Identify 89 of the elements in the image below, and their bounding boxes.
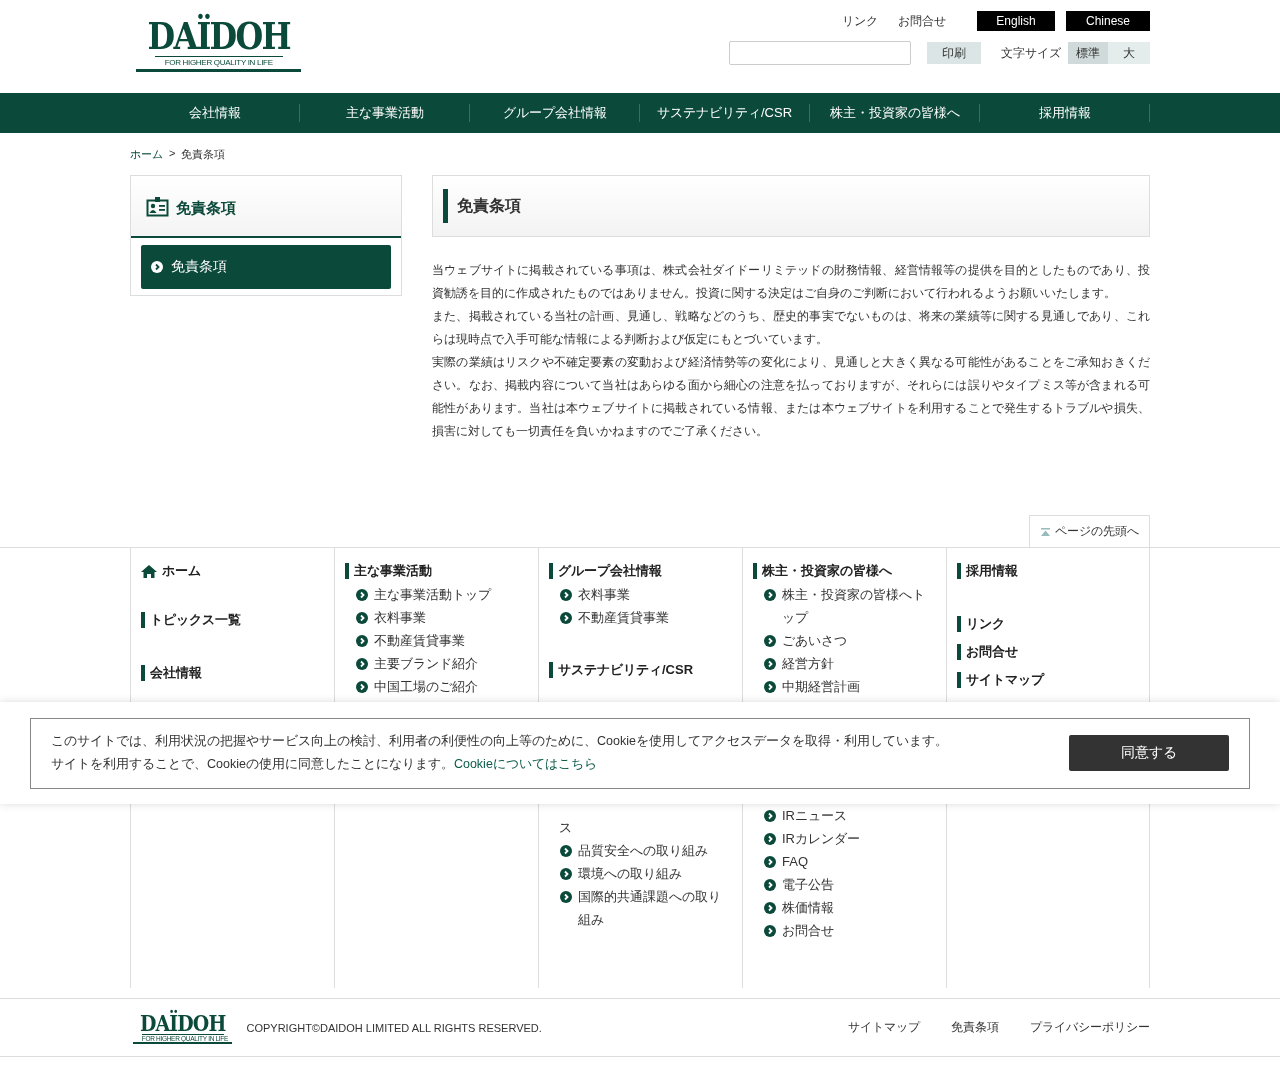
chevron-icon: [356, 589, 368, 601]
footer-heading-link[interactable]: トピックス一覧: [141, 612, 241, 628]
chevron-icon: [356, 612, 368, 624]
cookie-message: このサイトでは、利用状況の把握やサービス向上の検討、利用者の利便性の向上等のために、Cookieを使用してアクセスデータを取得・利用しています。: [51, 733, 948, 750]
chevron-icon: [560, 891, 572, 903]
nav-item[interactable]: 採用情報: [980, 104, 1150, 122]
chevron-icon: [764, 833, 776, 845]
footer-link[interactable]: IRニュース: [753, 804, 936, 827]
chevron-icon: [764, 856, 776, 868]
footer-heading-link[interactable]: 会社情報: [141, 665, 202, 681]
footer-link[interactable]: 経営方針: [753, 652, 936, 675]
id-card-icon: [146, 195, 169, 217]
footer-heading-link[interactable]: グループ会社情報: [549, 563, 662, 579]
nav-item[interactable]: グループ会社情報: [470, 104, 640, 122]
nav-item[interactable]: 株主・投資家の皆様へ: [810, 104, 980, 122]
header-link[interactable]: お問合せ: [898, 12, 946, 30]
footer-heading-link[interactable]: サステナビリティ/CSR: [549, 662, 694, 678]
copyright-text: COPYRIGHT©DAIDOH LIMITED ALL RIGHTS RESERVED.: [246, 1021, 543, 1034]
breadcrumb-separator: >: [169, 147, 176, 161]
chevron-icon: [764, 589, 776, 601]
cookie-message: サイトを利用することで、Cookieの使用に同意したことになります。Cookieについてはこちら: [51, 756, 598, 773]
font-size-button[interactable]: 標準: [1068, 42, 1108, 64]
footer-link[interactable]: 中期経営計画: [753, 675, 936, 698]
print-button[interactable]: 印刷: [927, 42, 981, 64]
home-icon: [141, 564, 157, 578]
chevron-icon: [764, 658, 776, 670]
breadcrumb-link[interactable]: ホーム: [130, 147, 163, 162]
chevron-icon: [356, 635, 368, 647]
agree-button[interactable]: 同意する: [1069, 735, 1229, 771]
font-size-label: 文字サイズ: [1001, 44, 1061, 62]
footer-link[interactable]: IRカレンダー: [753, 827, 936, 850]
footer-link[interactable]: 不動産賃貸事業: [345, 629, 528, 652]
chevron-icon: [356, 681, 368, 693]
footer-link[interactable]: ごあいさつ: [753, 629, 936, 652]
footer-link[interactable]: 免責条項: [951, 1019, 999, 1036]
breadcrumb-current: 免責条項: [181, 147, 226, 162]
footer-link[interactable]: 中国工場のご紹介: [345, 675, 528, 698]
cookie-policy-link[interactable]: Cookieについてはこちら: [453, 757, 597, 771]
page-title: 免責条項: [443, 189, 521, 223]
footer-link[interactable]: 主な事業活動トップ: [345, 583, 528, 606]
sidebar-item[interactable]: 免責条項: [141, 245, 391, 289]
language-button[interactable]: Chinese: [1066, 11, 1150, 31]
up-arrow-icon: [1040, 527, 1050, 536]
paragraph: また、掲載されている当社の計画、見通し、戦略などのうち、歴史的事実でないものは、将来の業績等に関する見通しであり、これらは現時点で入手可能な情報による判断および仮定にもとづいています。: [432, 308, 1150, 348]
chevron-icon: [560, 868, 572, 880]
footer-link[interactable]: ス: [549, 816, 732, 839]
footer-link[interactable]: お問合せ: [753, 919, 936, 942]
page-top-link[interactable]: ページの先頭へ: [1029, 515, 1150, 547]
footer-link[interactable]: 衣料事業: [549, 583, 732, 606]
language-button[interactable]: English: [977, 11, 1055, 31]
chevron-icon: [356, 658, 368, 670]
paragraph: 実際の業績はリスクや不確定要素の変動および経済情勢等の変化により、見通しと大きく異なる可能性があることをご承知おきください。なお、掲載内容について当社はあらゆる面から細心の注意を払っておりますが、それらには誤りやタイプミス等が含まれる可能性があります。当社は本ウェブサイトに掲載されている情報、または本ウェブサイトを利用することで発生するトラブルや損失、損害に対しても一切責任を負いかねますのでご了承ください。: [432, 354, 1150, 440]
font-size-button[interactable]: 大: [1108, 42, 1150, 64]
footer-link[interactable]: 電子公告: [753, 873, 936, 896]
footer-link[interactable]: 品質安全への取り組み: [549, 839, 732, 862]
sidebar-title: 免責条項: [176, 198, 236, 218]
chevron-icon: [764, 681, 776, 693]
footer-heading-link[interactable]: リンク: [957, 616, 1005, 632]
footer-link[interactable]: 主要ブランド紹介: [345, 652, 528, 675]
footer-heading-link[interactable]: 主な事業活動: [345, 563, 432, 579]
chevron-icon: [764, 635, 776, 647]
search-field[interactable]: [729, 41, 911, 65]
footer-link[interactable]: FAQ: [753, 850, 936, 873]
chevron-icon: [560, 612, 572, 624]
footer-link[interactable]: プライバシーポリシー: [1030, 1019, 1150, 1036]
footer-link[interactable]: 環境への取り組み: [549, 862, 732, 885]
chevron-icon: [560, 845, 572, 857]
nav-item[interactable]: サステナビリティ/CSR: [640, 104, 810, 122]
chevron-icon: [764, 879, 776, 891]
chevron-icon: [764, 810, 776, 822]
footer-link[interactable]: 株価情報: [753, 896, 936, 919]
footer-link[interactable]: 株主・投資家の皆様へトップ: [753, 583, 936, 629]
footer-link[interactable]: サイトマップ: [848, 1019, 920, 1036]
footer-heading-link[interactable]: ホーム: [141, 563, 324, 579]
footer-heading-link[interactable]: 株主・投資家の皆様へ: [753, 563, 892, 579]
chevron-icon: [560, 589, 572, 601]
footer-link[interactable]: 衣料事業: [345, 606, 528, 629]
paragraph: 当ウェブサイトに掲載されている事項は、株式会社ダイドーリミテッドの財務情報、経営情報等の提供を目的としたものであり、投資勧誘を目的に作成されたものではありません。投資に関する決定はご自身のご判断において行われるようお願いいたします。: [432, 262, 1150, 302]
footer-heading-link[interactable]: 採用情報: [957, 563, 1018, 579]
chevron-icon: [151, 261, 163, 273]
nav-item[interactable]: 主な事業活動: [300, 104, 470, 122]
footer-heading-link[interactable]: お問合せ: [957, 644, 1018, 660]
nav-item[interactable]: 会社情報: [130, 104, 300, 122]
footer-link[interactable]: 不動産賃貸事業: [549, 606, 732, 629]
chevron-icon: [764, 902, 776, 914]
header-link[interactable]: リンク: [842, 12, 878, 30]
footer-link[interactable]: 国際的共通課題への取り組み: [549, 885, 732, 931]
footer-heading-link[interactable]: サイトマップ: [957, 672, 1044, 688]
chevron-icon: [764, 925, 776, 937]
